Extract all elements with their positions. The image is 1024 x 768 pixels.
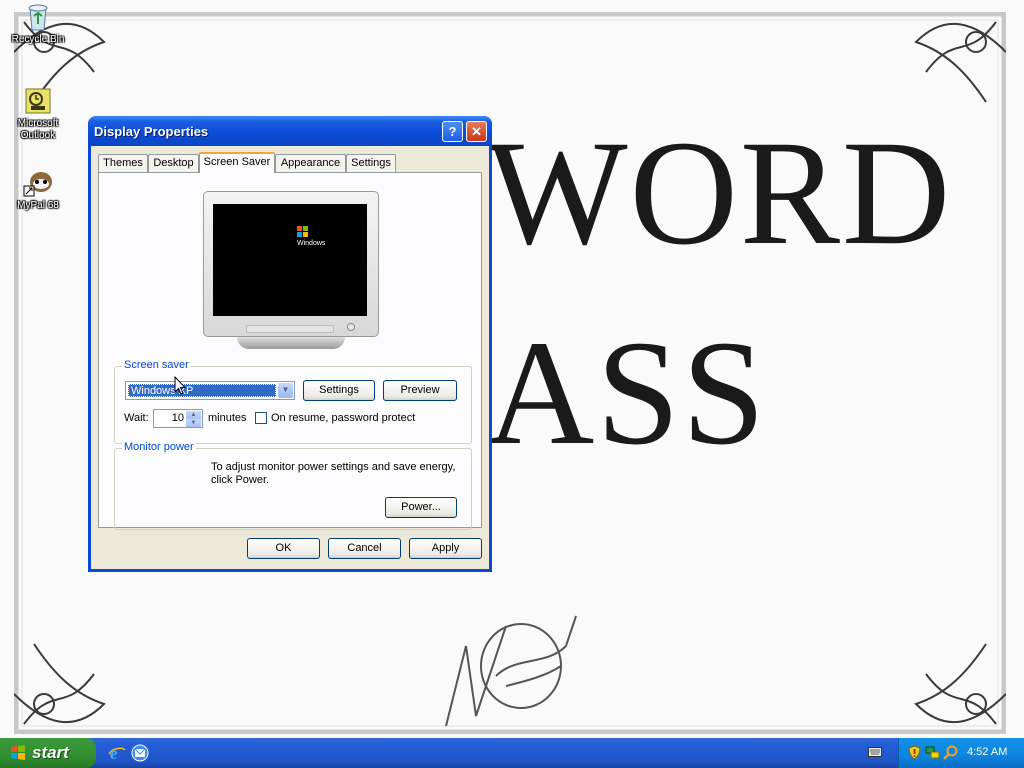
tab-themes[interactable]: Themes [98, 154, 148, 172]
desktop-icon-recycle-bin[interactable]: Recycle Bin [6, 2, 70, 46]
desktop-icon-mypal[interactable]: MyPal 68 [6, 168, 70, 212]
screen-saver-dropdown[interactable]: Windows XP ▼ [125, 381, 295, 400]
security-shield-icon[interactable] [907, 745, 922, 760]
taskbar: start e 4:52 AM [0, 738, 1024, 768]
apply-button[interactable]: Apply [409, 538, 482, 559]
system-tray: 4:52 AM [898, 738, 1024, 768]
keyboard-language-icon[interactable] [868, 747, 882, 757]
monitor-power-legend: Monitor power [122, 441, 196, 453]
outlook-icon [23, 86, 53, 116]
wallpaper-signature [445, 615, 577, 727]
tab-desktop[interactable]: Desktop [148, 154, 199, 172]
outlook-express-icon[interactable] [131, 744, 149, 762]
tab-settings[interactable]: Settings [346, 154, 396, 172]
preview-screen: Windows [213, 204, 367, 316]
wait-minutes-spinner[interactable]: 10 ▲ ▼ [153, 409, 203, 428]
svg-text:e: e [110, 744, 118, 762]
chevron-down-icon[interactable]: ▼ [278, 383, 293, 398]
mouse-cursor-icon [174, 376, 186, 395]
screen-saver-panel: Windows Screen saver Windows XP ▼ Settin… [98, 172, 482, 530]
power-button[interactable]: Power... [385, 497, 457, 518]
desktop-icon-label: MyPal 68 [17, 200, 59, 211]
clock[interactable]: 4:52 AM [967, 746, 1007, 758]
spin-down-icon[interactable]: ▼ [186, 419, 201, 427]
window-title: Display Properties [94, 124, 209, 139]
display-properties-window: Display Properties ? ✕ Themes Desktop Sc… [88, 116, 492, 572]
ok-button[interactable]: OK [247, 538, 320, 559]
dialog-client-area: Themes Desktop Screen Saver Appearance S… [91, 146, 489, 569]
minutes-label: minutes [208, 412, 247, 424]
preview-logo-text: Windows [297, 240, 326, 247]
start-button[interactable]: start [0, 738, 96, 768]
wait-minutes-value: 10 [171, 412, 184, 424]
monitor-bezel: Windows [203, 191, 379, 337]
monitor-power-led [347, 323, 355, 331]
preview-button[interactable]: Preview [383, 380, 457, 401]
windows-flag-icon [11, 745, 25, 760]
monitor-power-group: Monitor power To adjust monitor power se… [114, 441, 472, 530]
internet-explorer-icon[interactable]: e [108, 744, 126, 762]
cancel-button[interactable]: Cancel [328, 538, 401, 559]
close-button[interactable]: ✕ [466, 121, 487, 142]
screen-saver-group: Screen saver Windows XP ▼ Settings Previ… [114, 359, 472, 444]
close-icon: ✕ [471, 124, 482, 139]
password-protect-checkbox[interactable] [255, 412, 267, 424]
password-protect-label[interactable]: On resume, password protect [271, 412, 415, 424]
wallpaper-text-ass: ASS [486, 310, 768, 476]
help-button[interactable]: ? [442, 121, 463, 142]
help-icon: ? [448, 124, 457, 139]
start-label: start [32, 743, 69, 762]
desktop-icon-label: Microsoft Outlook [17, 118, 59, 141]
settings-button[interactable]: Settings [303, 380, 375, 401]
desktop-icon-label: Recycle Bin [11, 34, 65, 45]
monitor-power-description: To adjust monitor power settings and sav… [211, 461, 456, 486]
desktop-icon-outlook[interactable]: Microsoft Outlook [6, 86, 70, 142]
title-bar[interactable]: Display Properties ? ✕ [88, 116, 492, 146]
monitor-stand [237, 337, 345, 349]
tab-screen-saver[interactable]: Screen Saver [199, 152, 275, 173]
recycle-bin-icon [23, 2, 53, 32]
tab-appearance[interactable]: Appearance [275, 154, 346, 172]
monitor-preview: Windows [203, 191, 381, 351]
wallpaper-text-word: WORD [486, 110, 953, 276]
screen-saver-legend: Screen saver [122, 359, 191, 371]
wait-label: Wait: [124, 412, 149, 424]
mypal-icon [23, 168, 53, 198]
search-icon[interactable] [943, 745, 958, 760]
windows-logo-icon: Windows [297, 226, 325, 247]
screen-saver-selected: Windows XP [128, 384, 276, 397]
network-icon[interactable] [925, 745, 940, 760]
spin-up-icon[interactable]: ▲ [186, 411, 201, 419]
monitor-slot [246, 325, 334, 333]
